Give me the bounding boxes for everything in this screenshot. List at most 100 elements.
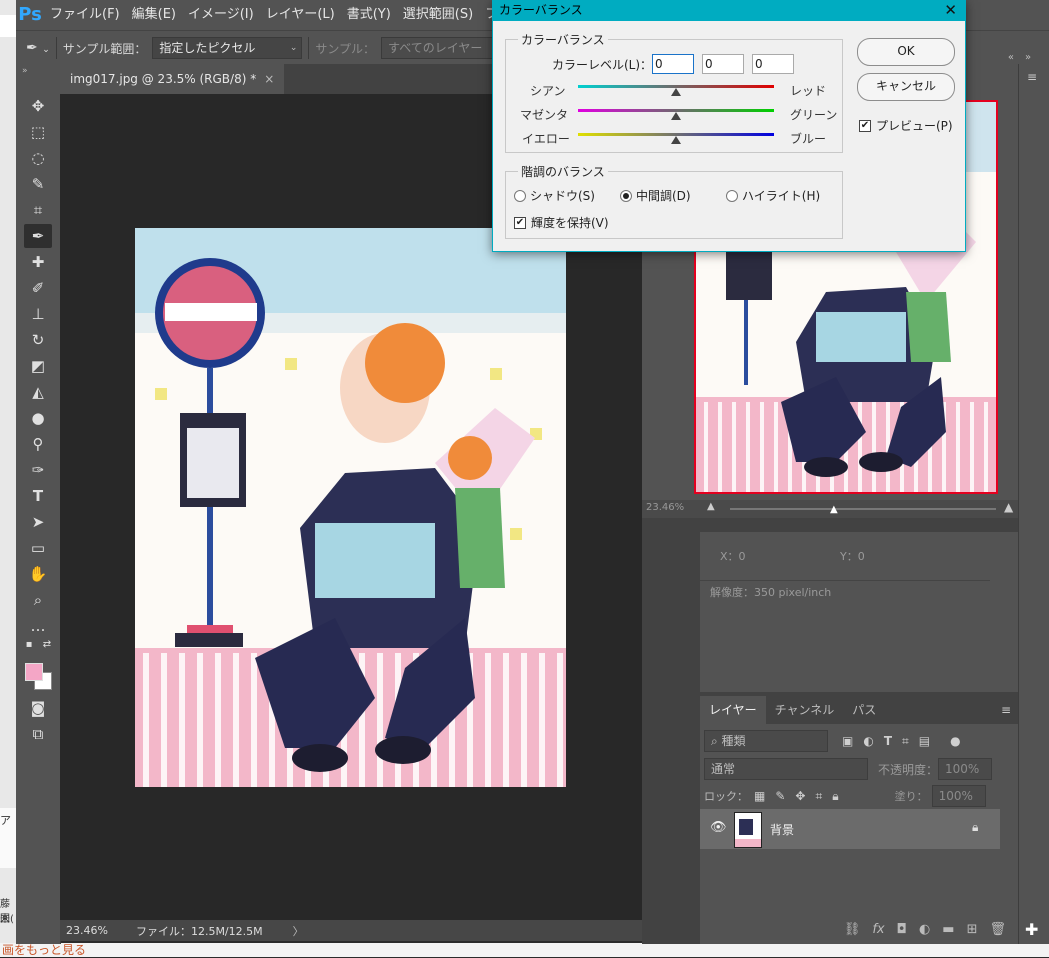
menu-image[interactable]: イメージ(I) (182, 0, 260, 30)
type-tool-icon[interactable]: T (24, 484, 52, 508)
swap-colors-icon[interactable]: ⇄ (38, 638, 56, 652)
color-level-magenta-green-input[interactable]: 0 (702, 54, 744, 74)
background-window-text: 回( (0, 914, 14, 925)
panel-menu-icon[interactable]: ≡ (992, 696, 1020, 724)
info-divider (700, 580, 990, 581)
expand-panels-icon[interactable]: » (1025, 52, 1031, 63)
menu-type[interactable]: 書式(Y) (341, 0, 397, 30)
filter-adjustment-icon[interactable]: ◐ (863, 734, 873, 748)
layer-name[interactable]: 背景 (770, 821, 794, 838)
tab-channels[interactable]: チャンネル (766, 696, 844, 724)
crop-tool-icon[interactable]: ⌗ (24, 198, 52, 222)
status-menu-arrow-icon[interactable]: 〉 (293, 923, 304, 939)
document-tab[interactable]: img017.jpg @ 23.5% (RGB/8) * × (60, 64, 285, 94)
tab-layers[interactable]: レイヤー (700, 696, 766, 724)
slider-cyan-red-thumb[interactable] (671, 88, 681, 96)
zoom-in-icon[interactable]: ▲ (1004, 500, 1013, 514)
color-level-cyan-red-input[interactable]: 0 (652, 54, 694, 74)
lock-artboard-icon[interactable]: ⌗ (815, 789, 822, 804)
navigator-zoom-value[interactable]: 23.46% (646, 502, 684, 513)
tone-highlights-radio[interactable]: ハイライト(H) (726, 187, 820, 204)
background-window-strip: ア 藤未 回( (0, 0, 16, 957)
zoom-slider-thumb[interactable]: ▲ (830, 504, 838, 515)
layer-mask-icon[interactable]: ◘ (897, 922, 907, 937)
lock-position-icon[interactable]: ✥ (795, 789, 805, 803)
adjustment-layer-icon[interactable]: ◐ (919, 922, 930, 937)
slider-magenta-green-thumb[interactable] (671, 112, 681, 120)
quick-select-tool-icon[interactable]: ✎ (24, 172, 52, 196)
menu-select[interactable]: 選択範囲(S) (397, 0, 479, 30)
filter-smart-object-icon[interactable]: ▤ (919, 734, 930, 748)
tone-midtones-radio[interactable]: 中間調(D) (620, 187, 691, 204)
brush-tool-icon[interactable]: ✐ (24, 276, 52, 300)
dodge-tool-icon[interactable]: ⚲ (24, 432, 52, 456)
pen-tool-icon[interactable]: ✑ (24, 458, 52, 482)
collapse-icon[interactable]: » (22, 66, 28, 76)
status-zoom[interactable]: 23.46% (66, 924, 108, 937)
dialog-title-bar[interactable]: カラーバランス ✕ (493, 1, 965, 21)
zoom-out-icon[interactable]: ▲ (707, 501, 715, 512)
panel-collapse-icon[interactable]: « (1008, 52, 1014, 63)
menu-layer[interactable]: レイヤー(L) (260, 0, 341, 30)
new-group-icon[interactable]: ▬ (942, 922, 954, 937)
menu-edit[interactable]: 編集(E) (126, 0, 182, 30)
paint-bucket-tool-icon[interactable]: ◭ (24, 380, 52, 404)
eyedropper-tool-icon[interactable]: ✒ (24, 224, 52, 248)
visibility-eye-icon[interactable]: 👁︎ (710, 820, 727, 835)
add-panel-icon[interactable]: ✚ (1025, 920, 1038, 939)
foreground-color-swatch[interactable] (25, 663, 43, 681)
filter-type-icon[interactable]: T (884, 734, 892, 748)
lock-image-icon[interactable]: ✎ (775, 789, 785, 803)
filter-toggle-icon[interactable]: ● (950, 734, 960, 748)
healing-brush-tool-icon[interactable]: ✚ (24, 250, 52, 274)
sample-select[interactable]: すべてのレイヤー (381, 37, 496, 59)
preview-checkbox[interactable]: ✔ プレビュー(P) (859, 117, 953, 134)
lasso-tool-icon[interactable]: ◌ (24, 146, 52, 170)
menu-file[interactable]: ファイル(F) (44, 0, 126, 30)
screen-mode-icon[interactable]: ⧉ (24, 722, 52, 746)
panel-menu-icon[interactable]: ≡ (1027, 70, 1037, 84)
path-select-tool-icon[interactable]: ➤ (24, 510, 52, 534)
quick-mask-icon[interactable]: ◙ (24, 696, 52, 720)
history-brush-tool-icon[interactable]: ↻ (24, 328, 52, 352)
filter-shape-icon[interactable]: ⌗ (902, 734, 909, 749)
rectangle-tool-icon[interactable]: ▭ (24, 536, 52, 560)
color-level-yellow-blue-input[interactable]: 0 (752, 54, 794, 74)
sample-size-select[interactable]: 指定したピクセル ⌄ (152, 37, 303, 59)
lock-transparent-icon[interactable]: ▦ (754, 789, 765, 803)
filter-pixel-icon[interactable]: ▣ (842, 734, 853, 748)
document-image[interactable] (135, 228, 566, 787)
layer-kind-filter[interactable]: ⌕ 種類 (704, 730, 828, 752)
layer-style-icon[interactable]: fx (872, 922, 884, 937)
delete-layer-icon[interactable]: 🗑︎ (989, 922, 1006, 937)
ok-button[interactable]: OK (857, 38, 955, 66)
move-tool-icon[interactable]: ✥ (24, 94, 52, 118)
cancel-button[interactable]: キャンセル (857, 73, 955, 101)
blend-mode-select[interactable]: 通常 (704, 758, 868, 780)
new-layer-icon[interactable]: ⊞ (967, 922, 978, 937)
marquee-tool-icon[interactable]: ⬚ (24, 120, 52, 144)
status-bar: 23.46% ファイル：12.5M/12.5M 〉 (60, 920, 642, 941)
preserve-luminosity-checkbox[interactable]: ✔ 輝度を保持(V) (514, 214, 609, 231)
link-layers-icon[interactable]: ⛓ (844, 922, 861, 937)
zoom-tool-icon[interactable]: ⌕ (24, 588, 52, 612)
hand-tool-icon[interactable]: ✋ (24, 562, 52, 586)
close-tab-icon[interactable]: × (264, 72, 274, 86)
tab-paths[interactable]: パス (843, 696, 885, 724)
sample-size-label: サンプル範囲： (62, 41, 147, 56)
default-colors-icon[interactable]: ▪ (20, 638, 38, 652)
layer-row[interactable]: 👁︎ 背景 🔒︎ (700, 809, 1000, 849)
more-tools-icon[interactable]: … (24, 614, 52, 638)
eyedropper-tool-preset-icon[interactable]: ✒ ⌄ (26, 40, 50, 56)
lock-all-icon[interactable]: 🔒︎ (832, 789, 838, 804)
eraser-tool-icon[interactable]: ◩ (24, 354, 52, 378)
slider-blue-label: ブルー (790, 132, 827, 146)
navigator-zoom-slider[interactable] (730, 508, 996, 510)
clone-stamp-tool-icon[interactable]: ⊥ (24, 302, 52, 326)
opacity-input[interactable]: 100% (938, 758, 993, 780)
slider-yellow-blue-thumb[interactable] (671, 136, 681, 144)
close-icon[interactable]: ✕ (944, 1, 957, 19)
fill-input[interactable]: 100% (931, 785, 986, 807)
blur-tool-icon[interactable]: ● (24, 406, 52, 430)
tone-shadows-radio[interactable]: シャドウ(S) (514, 187, 595, 204)
